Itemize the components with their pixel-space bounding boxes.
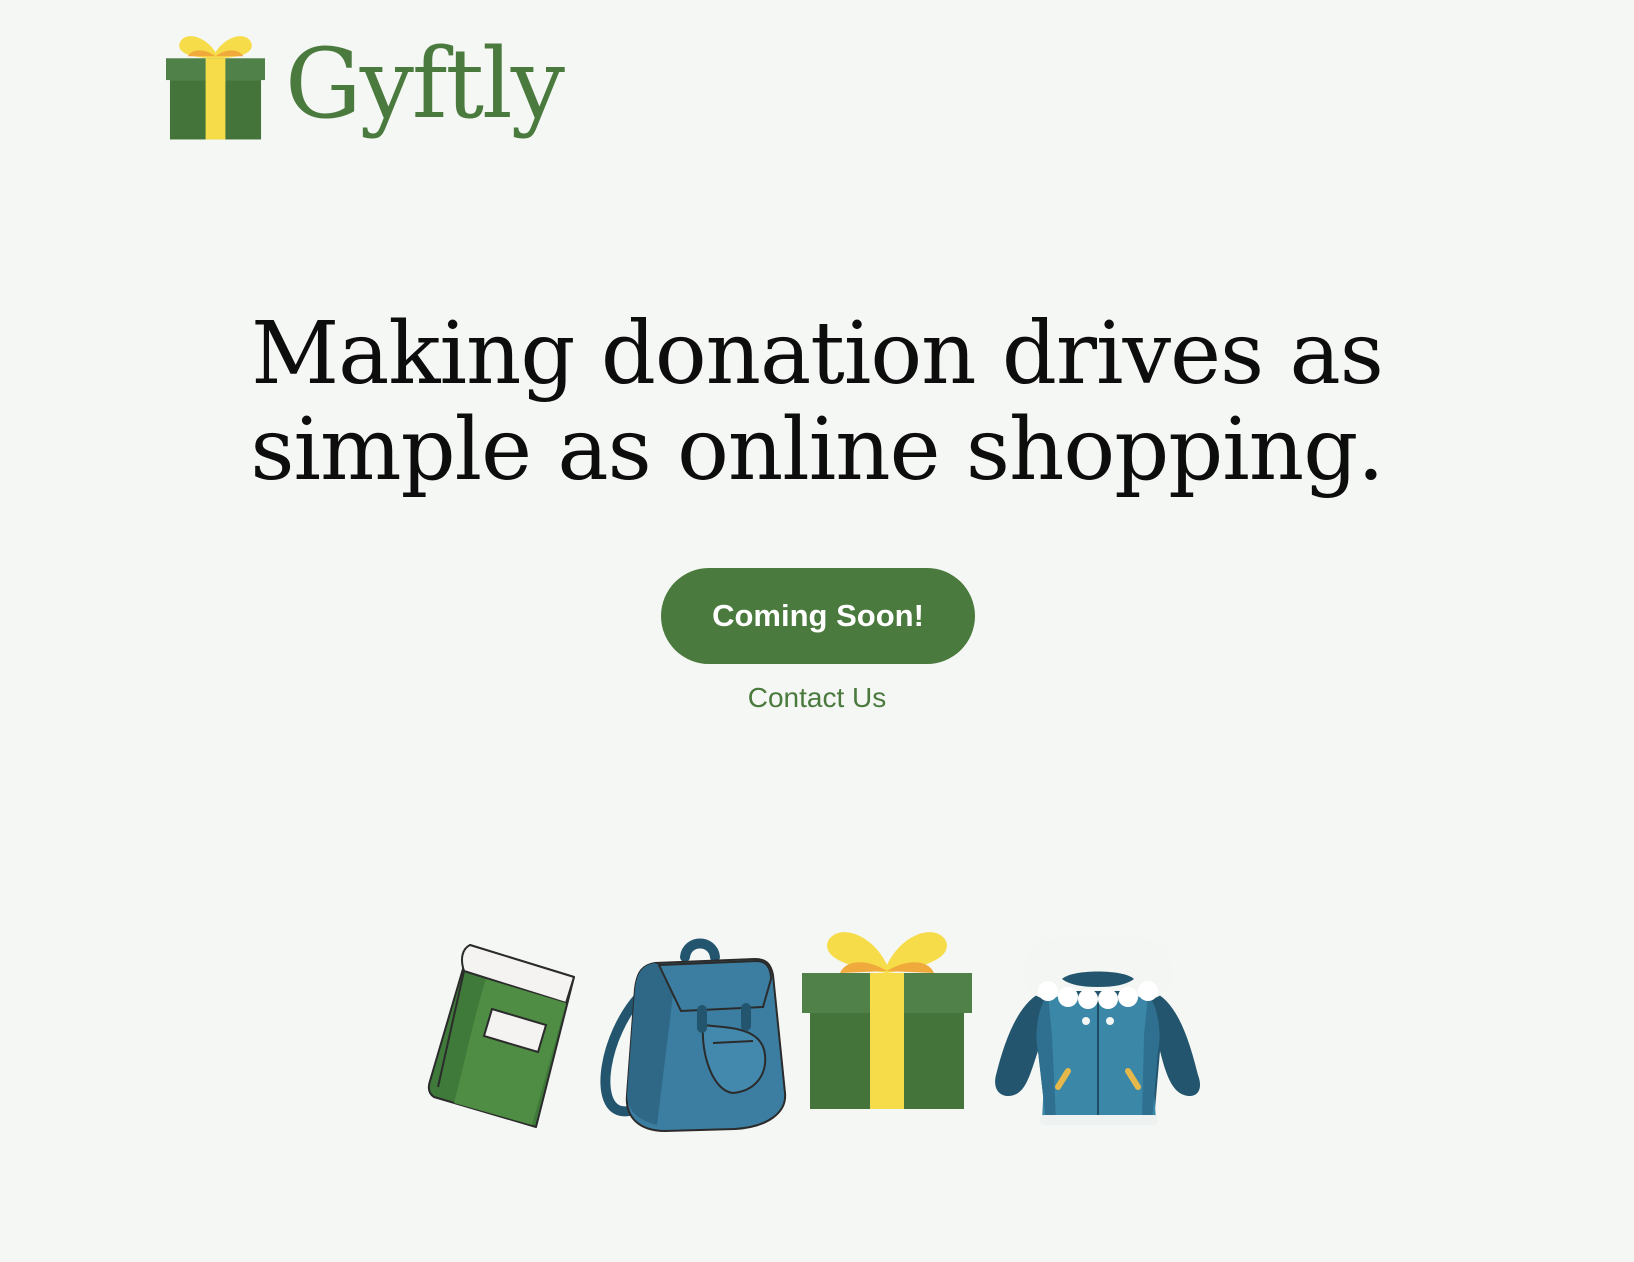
brand-logo-link[interactable]: Gyftly xyxy=(166,28,565,140)
book-icon xyxy=(427,944,575,1128)
hero-headline-line-2: simple as online shopping. xyxy=(250,400,1384,500)
donation-items-illustration xyxy=(420,925,1220,1140)
hero-headline-line-1: Making donation drives as xyxy=(251,304,1384,404)
coming-soon-button[interactable]: Coming Soon! xyxy=(661,568,975,664)
brand-name: Gyftly xyxy=(285,28,565,140)
backpack-icon xyxy=(600,938,787,1133)
gift-box-icon xyxy=(166,36,265,140)
contact-us-link[interactable]: Contact Us xyxy=(0,682,1634,714)
hero-headline: Making donation drives as simple as onli… xyxy=(0,306,1634,498)
gift-box-icon xyxy=(802,932,972,1109)
winter-jacket-icon xyxy=(995,935,1201,1125)
